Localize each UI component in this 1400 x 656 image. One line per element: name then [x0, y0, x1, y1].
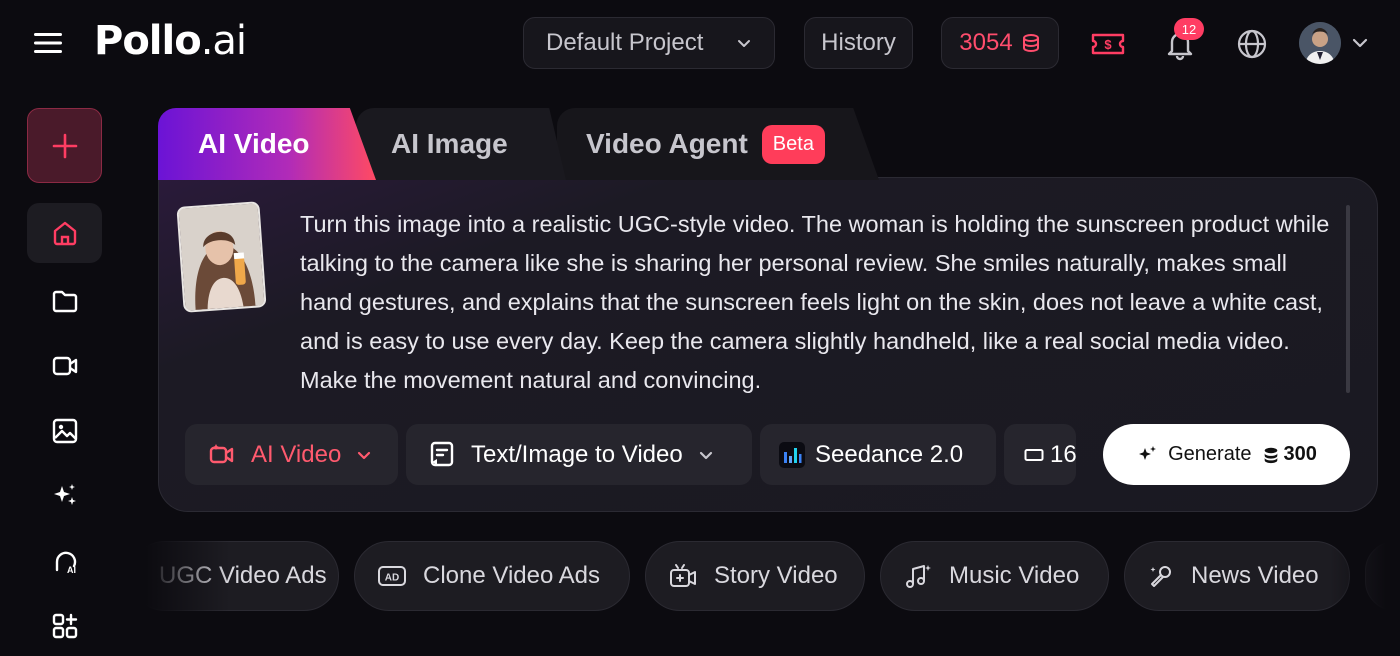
globe-icon[interactable]	[1230, 22, 1274, 66]
prompt-scrollbar[interactable]	[1346, 205, 1350, 393]
sidebar-item-effects[interactable]	[27, 466, 102, 526]
coins-icon	[1262, 446, 1280, 464]
type-label: AI Video	[251, 440, 342, 468]
ticket-icon[interactable]: $	[1086, 22, 1130, 66]
chip-label: Clone Video Ads	[423, 562, 601, 589]
notification-badge: 12	[1174, 18, 1204, 40]
sidebar-item-image[interactable]	[27, 401, 102, 461]
sidebar-item-apps[interactable]	[27, 596, 102, 656]
news-mic-icon	[1147, 562, 1175, 590]
home-icon	[50, 218, 80, 248]
folder-icon	[50, 286, 80, 316]
credits-button[interactable]: 3054	[941, 17, 1059, 69]
tab-video-agent[interactable]: Video Agent Beta	[557, 108, 879, 180]
image-icon	[50, 416, 80, 446]
ad-icon: AD	[377, 564, 407, 588]
mode-label: Text/Image to Video	[471, 440, 683, 468]
chip-news-video[interactable]: News Video	[1124, 541, 1350, 611]
logo-main: Pollo	[94, 18, 202, 64]
model-selector[interactable]: Seedance 2.0	[760, 424, 996, 485]
plus-icon	[52, 133, 77, 158]
video-icon	[207, 440, 237, 470]
tab-ai-video[interactable]: AI Video	[158, 108, 376, 180]
avatar[interactable]	[1299, 22, 1341, 64]
beta-badge: Beta	[761, 124, 825, 164]
svg-text:$: $	[1104, 37, 1112, 52]
tab-label: Video Agent	[586, 128, 748, 159]
chip-clone-video-ads[interactable]: AD Clone Video Ads	[354, 541, 630, 611]
story-video-icon	[668, 562, 698, 590]
chevron-down-icon	[697, 446, 715, 464]
create-new-button[interactable]	[27, 108, 102, 183]
coins-icon	[1021, 33, 1041, 53]
history-label: History	[821, 29, 896, 56]
music-icon	[903, 562, 933, 590]
aspect-ratio-selector[interactable]: 16	[1004, 424, 1076, 485]
generate-cost: 300	[1262, 443, 1317, 466]
sidebar-item-video[interactable]	[27, 336, 102, 396]
logo-suffix: .ai	[200, 18, 247, 64]
logo[interactable]: Pollo.ai	[94, 18, 247, 64]
chevron-down-icon	[355, 446, 373, 464]
generate-label: Generate	[1168, 443, 1252, 465]
ratio-label: 16	[1050, 440, 1076, 468]
sparkles-icon	[1136, 444, 1158, 466]
mode-selector[interactable]: Text/Image to Video	[406, 424, 752, 485]
chip-label: UGC Video Ads	[159, 562, 327, 589]
seedance-logo-icon	[779, 441, 805, 468]
text-image-icon	[429, 440, 457, 470]
project-label: Default Project	[546, 29, 704, 56]
svg-text:AD: AD	[385, 573, 399, 584]
generate-button[interactable]: Generate 300	[1103, 424, 1350, 485]
menu-icon[interactable]	[30, 28, 66, 58]
apps-icon	[50, 611, 80, 641]
ai-head-icon: AI	[50, 546, 80, 576]
chip-more[interactable]	[1365, 541, 1400, 611]
video-icon	[50, 351, 80, 381]
svg-text:AI: AI	[67, 565, 76, 575]
chip-label: Music Video	[949, 562, 1080, 589]
sparkles-icon	[50, 481, 80, 511]
chip-label: Story Video	[714, 562, 838, 589]
sidebar: AI	[0, 88, 130, 656]
prompt-textarea[interactable]: Turn this image into a realistic UGC-sty…	[300, 205, 1345, 400]
cost-value: 300	[1283, 443, 1317, 465]
tab-label: AI Video	[198, 128, 310, 159]
type-selector[interactable]: AI Video	[185, 424, 398, 485]
chip-story-video[interactable]: Story Video	[645, 541, 865, 611]
project-selector[interactable]: Default Project	[523, 17, 775, 69]
sidebar-item-folder[interactable]	[27, 271, 102, 331]
tab-label: AI Image	[391, 128, 508, 159]
sidebar-item-home[interactable]	[27, 203, 102, 263]
aspect-ratio-icon	[1024, 448, 1044, 462]
chevron-down-icon	[734, 33, 754, 53]
chevron-down-icon[interactable]	[1349, 33, 1371, 53]
top-bar: Pollo.ai Default Project History 3054 $ …	[0, 0, 1400, 88]
chip-music-video[interactable]: Music Video	[880, 541, 1109, 611]
chip-ugc-video-ads[interactable]: UGC Video Ads	[130, 541, 339, 611]
chip-label: News Video	[1191, 562, 1319, 589]
sidebar-item-ai-agent[interactable]: AI	[27, 531, 102, 591]
tab-ai-image[interactable]: AI Image	[356, 108, 566, 180]
reference-image-thumbnail[interactable]	[176, 201, 267, 313]
history-button[interactable]: History	[804, 17, 913, 69]
credits-value: 3054	[959, 29, 1013, 56]
model-label: Seedance 2.0	[815, 440, 964, 468]
